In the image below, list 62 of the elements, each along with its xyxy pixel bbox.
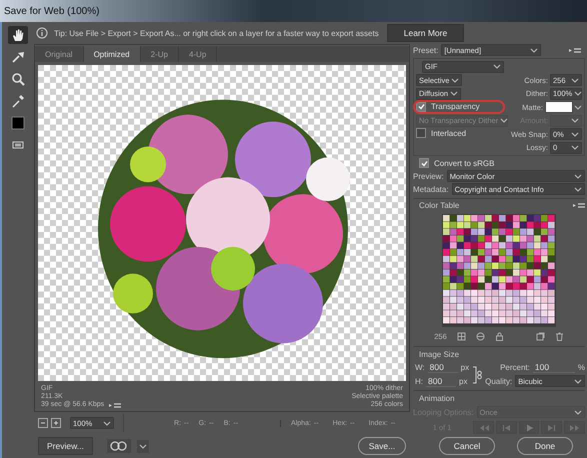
unit-label: px	[459, 376, 468, 386]
new-icon	[536, 332, 545, 341]
hand-tool[interactable]	[8, 26, 28, 44]
browser-icon	[110, 441, 128, 451]
percent-input[interactable]: 100	[532, 362, 575, 374]
minus-icon	[40, 420, 46, 426]
cancel-button[interactable]: Cancel	[439, 437, 495, 455]
zoom-icon	[11, 72, 25, 86]
save-button[interactable]: Save...	[358, 437, 406, 455]
section-title: Animation	[419, 394, 455, 404]
color-swatch-icon	[11, 116, 25, 130]
transparency-checkbox[interactable]: Transparency	[416, 102, 480, 112]
view-tab[interactable]: Optimized	[84, 46, 141, 62]
size-input[interactable]: 800	[428, 362, 458, 374]
plus-icon	[53, 420, 59, 426]
field-label: H:	[415, 376, 423, 386]
lock-icon	[494, 332, 504, 341]
field-label: Quality:	[485, 376, 512, 386]
size-input[interactable]: 800	[426, 376, 456, 387]
menu-icon	[109, 402, 122, 408]
skip-icon	[569, 424, 580, 432]
tip-text: Tip: Use File > Export > Export As... or right click on a layer for a faster way to export assets	[54, 28, 379, 38]
skip-icon	[500, 424, 512, 432]
field-label: Percent:	[500, 363, 530, 372]
slice-select-icon	[11, 50, 25, 64]
menu-icon	[569, 46, 581, 54]
convert-srgb-checkbox[interactable]: Convert to sRGB	[419, 158, 494, 168]
preset-label: Preset:	[413, 46, 438, 55]
chevron-icon	[493, 63, 501, 70]
section-title: Image Size	[419, 350, 460, 359]
field-label: W:	[415, 363, 425, 372]
window-title: Save for Web (100%)	[0, 0, 587, 22]
unit-label: px	[460, 363, 470, 372]
checkmark-icon	[418, 103, 424, 110]
skip-icon	[478, 424, 490, 432]
chevron-icon	[500, 117, 508, 124]
interlaced-checkbox[interactable]: Interlaced	[416, 128, 466, 138]
learn-more-button[interactable]: Learn More	[386, 24, 464, 42]
chevron-icon	[138, 442, 147, 450]
field-label: Metadata:	[413, 184, 449, 194]
eyedropper-icon	[11, 94, 25, 108]
section-title: Color Table	[419, 200, 460, 210]
chevron-icon	[574, 378, 582, 385]
field-label: Preview:	[413, 172, 444, 181]
chevron-icon	[103, 420, 111, 426]
hand-icon	[11, 28, 25, 42]
preview-button[interactable]: Preview...	[38, 437, 93, 455]
chevron-icon	[574, 408, 582, 416]
browser-button[interactable]	[106, 439, 131, 453]
menu-icon	[573, 202, 585, 208]
info-icon	[36, 27, 48, 39]
link-icon	[472, 364, 482, 386]
chevron-icon	[530, 46, 538, 54]
dropdown-button[interactable]	[136, 440, 149, 452]
zoom-in-button[interactable]	[51, 418, 61, 428]
unit-label: %	[578, 363, 585, 372]
matte-dropdown[interactable]	[545, 101, 582, 113]
skip-icon	[546, 424, 558, 432]
checkmark-icon	[420, 160, 428, 167]
done-button[interactable]: Done	[517, 437, 573, 455]
zoom-out-button[interactable]	[38, 418, 48, 428]
trash-icon	[554, 332, 564, 341]
